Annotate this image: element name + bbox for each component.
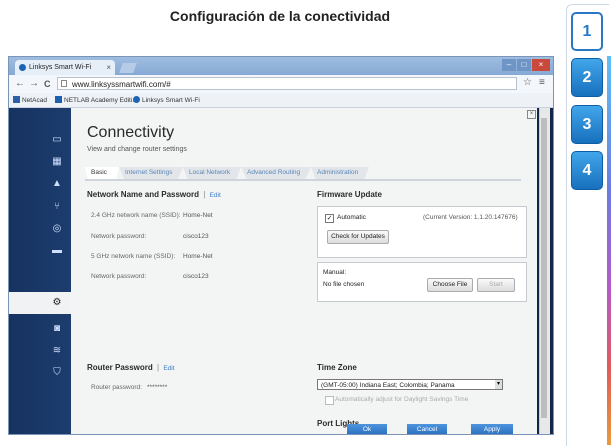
linksys-icon — [133, 96, 140, 103]
tab-basic[interactable]: Basic — [85, 167, 119, 179]
check-updates-button[interactable]: Check for Updates — [327, 230, 389, 244]
router-password-title: Router Password | Edit — [87, 363, 175, 372]
menu-icon[interactable]: ≡ — [539, 77, 545, 88]
bookmark-netacad[interactable]: NetAcad — [13, 96, 47, 104]
netlab-icon — [55, 96, 62, 103]
minimize-button[interactable]: – — [502, 59, 516, 71]
step-tab-3[interactable]: 3 — [571, 105, 603, 144]
firmware-version: (Current Version: 1.1.20.147676) — [423, 214, 518, 221]
star-icon[interactable]: ☆ — [523, 77, 532, 88]
step-tab-2[interactable]: 2 — [571, 58, 603, 97]
router-icon[interactable]: ▭ — [51, 135, 63, 145]
ssid-5-value: Home-Net — [183, 253, 213, 260]
browser-tab-title: Linksys Smart Wi-Fi — [29, 64, 92, 71]
bookmark-linksys[interactable]: Linksys Smart Wi-Fi — [133, 96, 200, 104]
dst-label: Automatically adjust for Daylight Saving… — [335, 396, 469, 403]
timezone-select[interactable]: (GMT-05:00) Indiana East; Colombia; Pana… — [317, 379, 503, 390]
router-page: ▭ ▦ ▲ ⑂ ◎ ▬ ⚙ ◙ ≋ ⛉ Connectivity View an… — [9, 108, 553, 434]
ok-button[interactable]: Ok — [347, 424, 387, 434]
manual-label: Manual: — [323, 269, 347, 276]
browser-tab[interactable]: Linksys Smart Wi-Fi × — [15, 60, 115, 75]
automatic-label: Automatic — [337, 214, 366, 221]
bookmarks-bar: NetAcad NETLAB Academy Editi... Linksys … — [9, 93, 553, 108]
firmware-section-title: Firmware Update — [317, 190, 382, 199]
tab-underline — [85, 179, 521, 181]
url-input[interactable]: www.linksyssmartwifi.com/# — [57, 77, 517, 90]
dst-checkbox[interactable] — [325, 396, 334, 405]
maximize-button[interactable]: □ — [517, 59, 531, 71]
router-sidebar: ▭ ▦ ▲ ⑂ ◎ ▬ ⚙ ◙ ≋ ⛉ — [9, 108, 71, 434]
page-title: Connectivity — [87, 124, 175, 141]
close-window-button[interactable]: × — [532, 59, 550, 71]
ssid-24-value: Home-Net — [183, 212, 213, 219]
forward-icon[interactable]: → — [29, 78, 39, 89]
router-password-label: Router password: — [91, 384, 142, 391]
cancel-button[interactable]: Cancel — [407, 424, 447, 434]
tab-local-network[interactable]: Local Network — [183, 167, 241, 179]
network-edit-link[interactable]: Edit — [210, 192, 221, 199]
automatic-checkbox[interactable]: ✓ — [325, 214, 334, 223]
media-icon[interactable]: ▬ — [51, 246, 63, 256]
scrollbar-thumb[interactable] — [541, 118, 547, 418]
browser-tab-bar: Linksys Smart Wi-Fi × – □ × — [9, 57, 553, 75]
speed-icon[interactable]: ◎ — [51, 224, 63, 234]
slide-title: Configuración de la conectividad — [169, 8, 391, 24]
usb-icon[interactable]: ⑂ — [51, 202, 63, 212]
start-button[interactable]: Start — [477, 278, 515, 292]
edge-decoration — [607, 56, 611, 445]
bookmark-netlab[interactable]: NETLAB Academy Editi... — [55, 96, 138, 104]
camera-icon[interactable]: ◙ — [51, 324, 63, 334]
content-panel: Connectivity View and change router sett… — [71, 108, 537, 434]
router-password-edit-link[interactable]: Edit — [163, 365, 174, 372]
page-icon — [61, 80, 67, 87]
apply-button[interactable]: Apply — [471, 424, 513, 434]
browser-window: Linksys Smart Wi-Fi × – □ × ← → C www.li… — [8, 56, 554, 435]
tab-internet-settings[interactable]: Internet Settings — [119, 167, 183, 179]
wifi-icon[interactable]: ≋ — [51, 346, 63, 356]
file-status: No file chosen — [323, 281, 365, 288]
page-subtitle: View and change router settings — [87, 146, 187, 153]
chevron-down-icon[interactable]: ▾ — [495, 380, 502, 389]
tab-close-icon[interactable]: × — [106, 60, 111, 75]
timezone-title: Time Zone — [317, 363, 357, 372]
linksys-favicon-icon — [19, 64, 26, 71]
connectivity-gear-icon[interactable]: ⚙ — [51, 298, 63, 308]
network-section-title: Network Name and Password | Edit — [87, 190, 221, 199]
new-tab-button[interactable] — [119, 63, 137, 73]
back-icon[interactable]: ← — [15, 78, 25, 89]
password-24-label: Network password: — [91, 233, 147, 240]
ssid-5-label: 5 GHz network name (SSID): — [91, 253, 176, 260]
tab-administration[interactable]: Administration — [311, 167, 369, 179]
step-tab-1[interactable]: 1 — [571, 12, 603, 51]
panel-close-icon[interactable]: × — [527, 110, 536, 119]
password-5-label: Network password: — [91, 273, 147, 280]
address-bar-row: ← → C www.linksyssmartwifi.com/# ☆ ≡ — [9, 75, 553, 93]
ssid-24-label: 2.4 GHz network name (SSID): — [91, 212, 181, 219]
router-password-value: ******** — [147, 384, 168, 391]
devices-icon[interactable]: ▦ — [51, 157, 63, 167]
warning-icon[interactable]: ▲ — [51, 179, 63, 189]
security-icon[interactable]: ⛉ — [51, 368, 63, 378]
password-5-value: cisco123 — [183, 273, 209, 280]
choose-file-button[interactable]: Choose File — [427, 278, 473, 292]
reload-icon[interactable]: C — [44, 79, 51, 89]
netacad-icon — [13, 96, 20, 103]
password-24-value: cisco123 — [183, 233, 209, 240]
step-tab-4[interactable]: 4 — [571, 151, 603, 190]
settings-tabs: Basic Internet Settings Local Network Ad… — [85, 167, 521, 179]
tab-advanced-routing[interactable]: Advanced Routing — [241, 167, 311, 179]
